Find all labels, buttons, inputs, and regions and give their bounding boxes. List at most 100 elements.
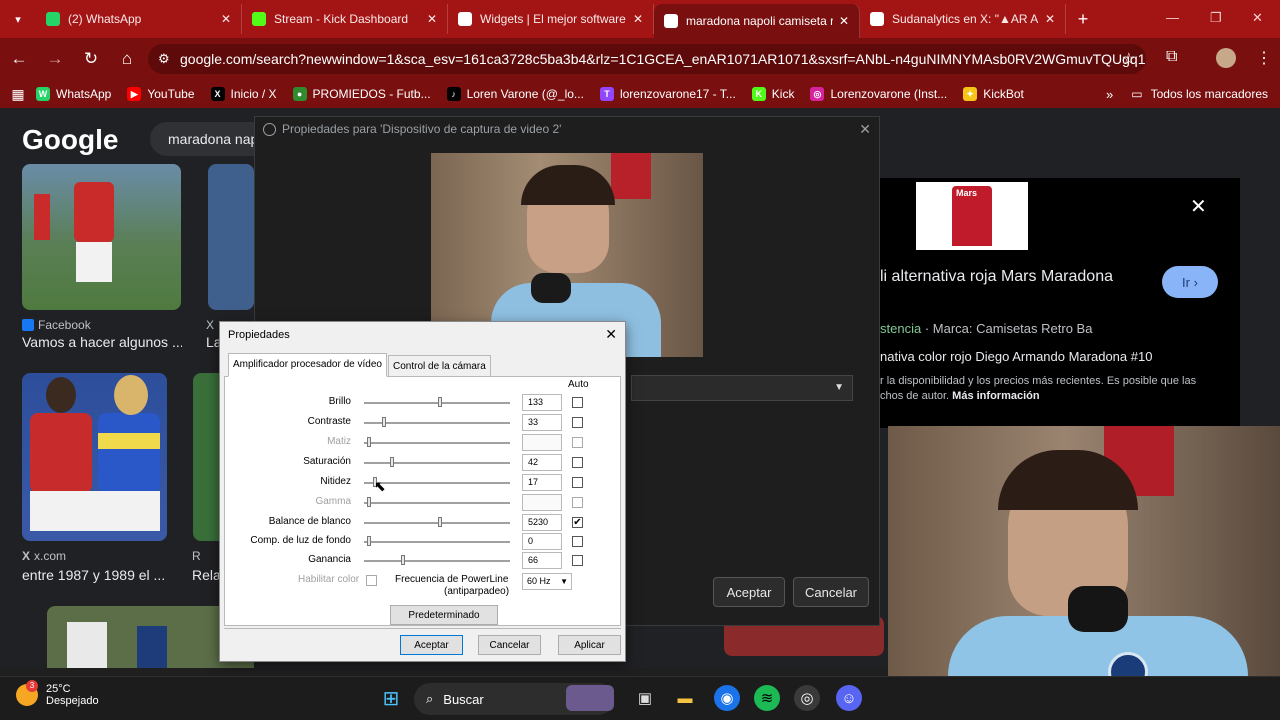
image-result-3[interactable]	[22, 373, 167, 541]
result-source-4[interactable]: R	[192, 549, 201, 563]
site-info-icon[interactable]: ⚙	[158, 51, 170, 67]
enable-color-checkbox[interactable]	[366, 575, 377, 586]
back-icon[interactable]: ←	[2, 42, 36, 76]
browser-tab[interactable]: Widgets | El mejor software ✕	[448, 4, 654, 34]
bookmark-item[interactable]: ▶ YouTube	[127, 87, 195, 101]
property-slider[interactable]	[364, 462, 510, 464]
powerline-select[interactable]: 60 Hz ▼	[522, 573, 572, 590]
bookmark-item[interactable]: T lorenzovarone17 - T...	[599, 87, 736, 101]
weather-widget[interactable]: 3 25°C Despejado	[16, 680, 99, 707]
menu-icon[interactable]: ⋮	[1256, 48, 1272, 68]
obs-close-icon[interactable]: ✕	[859, 121, 871, 138]
default-button[interactable]: Predeterminado	[390, 605, 498, 625]
close-tab-icon[interactable]: ✕	[427, 12, 437, 26]
tab-camera-control[interactable]: Control de la cámara	[388, 355, 491, 377]
property-label: Brillo	[328, 396, 351, 407]
new-tab-button[interactable]: +	[1066, 4, 1100, 34]
reload-icon[interactable]: ↻	[74, 42, 108, 76]
task-view-icon[interactable]: ▣	[632, 685, 658, 711]
home-icon[interactable]: ⌂	[110, 42, 144, 76]
props-accept-button[interactable]: Aceptar	[400, 635, 463, 655]
result-source-2[interactable]: X	[206, 318, 214, 332]
bookmark-star-icon[interactable]: ☆	[1122, 49, 1136, 69]
go-button[interactable]: Ir ›	[1162, 266, 1218, 298]
profile-avatar[interactable]	[1216, 48, 1236, 68]
tab-search-chevron-icon[interactable]: ▾	[0, 0, 36, 38]
browser-tab[interactable]: (2) WhatsApp ✕	[36, 4, 242, 34]
property-value[interactable]: 133	[522, 394, 562, 411]
bookmark-item[interactable]: ◎ Lorenzovarone (Inst...	[810, 87, 947, 101]
bookmark-item[interactable]: X Inicio / X	[210, 87, 277, 101]
close-panel-icon[interactable]: ✕	[1190, 194, 1207, 219]
close-window-icon[interactable]: ✕	[1252, 10, 1263, 26]
browser-tab[interactable]: Stream - Kick Dashboard ✕	[242, 4, 448, 34]
image-result-2[interactable]	[208, 164, 254, 310]
slider-thumb[interactable]	[389, 457, 394, 467]
obs-device-dropdown[interactable]: ▼	[631, 375, 853, 401]
bookmark-item[interactable]: K Kick	[751, 87, 794, 101]
auto-checkbox	[572, 437, 583, 448]
bookmark-item[interactable]: ♪ Loren Varone (@_lo...	[446, 87, 584, 101]
property-slider[interactable]	[364, 482, 510, 484]
close-tab-icon[interactable]: ✕	[839, 14, 849, 28]
auto-checkbox[interactable]: ✔	[572, 517, 583, 528]
bookmark-item[interactable]: ● PROMIEDOS - Futb...	[292, 87, 431, 101]
auto-checkbox[interactable]	[572, 397, 583, 408]
result-caption-3[interactable]: entre 1987 y 1989 el ...	[22, 567, 182, 583]
product-title[interactable]: li alternativa roja Mars Maradona	[880, 268, 1113, 286]
property-value[interactable]: 66	[522, 552, 562, 569]
minimize-icon[interactable]: —	[1166, 10, 1179, 25]
address-bar[interactable]: ⚙ google.com/search?newwindow=1&sca_esv=…	[148, 44, 1146, 74]
property-slider[interactable]	[364, 541, 510, 543]
close-tab-icon[interactable]: ✕	[1045, 12, 1055, 26]
dialog-close-icon[interactable]: ✕	[605, 326, 617, 343]
obs-accept-button[interactable]: Aceptar	[713, 577, 785, 607]
property-slider[interactable]	[364, 560, 510, 562]
result-caption-1[interactable]: Vamos a hacer algunos ...	[22, 334, 182, 350]
shirt-image[interactable]: Mars	[916, 182, 1028, 250]
result-source-3[interactable]: X x.com	[22, 549, 66, 563]
slider-thumb[interactable]	[437, 517, 442, 527]
more-info-link[interactable]: Más información	[952, 390, 1039, 402]
property-value[interactable]: 5230	[522, 514, 562, 531]
browser-tab[interactable]: Sudanalytics en X: "▲AR A ✕	[860, 4, 1066, 34]
maximize-icon[interactable]: ❐	[1210, 10, 1222, 26]
windows-start-icon[interactable]: ⊞	[378, 685, 404, 711]
bookmark-item[interactable]: W WhatsApp	[36, 87, 111, 101]
auto-checkbox[interactable]	[572, 417, 583, 428]
property-value[interactable]: 42	[522, 454, 562, 471]
result-source-1[interactable]: Facebook	[22, 318, 91, 332]
all-bookmarks-link[interactable]: Todos los marcadores	[1151, 87, 1268, 101]
image-result-1[interactable]	[22, 164, 181, 310]
google-logo[interactable]: Google	[22, 124, 118, 156]
property-value[interactable]: 33	[522, 414, 562, 431]
slider-thumb[interactable]	[382, 417, 387, 427]
auto-checkbox[interactable]	[572, 536, 583, 547]
disclaimer-line-1: r la disponibilidad y los precios más re…	[880, 375, 1197, 387]
props-cancel-button[interactable]: Cancelar	[478, 635, 541, 655]
auto-checkbox[interactable]	[572, 457, 583, 468]
apps-grid-icon[interactable]: ▦	[0, 86, 36, 103]
extensions-icon[interactable]: ⧉	[1166, 48, 1177, 66]
slider-thumb[interactable]	[366, 536, 371, 546]
more-bookmarks-icon[interactable]: »	[1106, 87, 1113, 102]
props-apply-button[interactable]: Aplicar	[558, 635, 621, 655]
forward-icon[interactable]: →	[38, 42, 72, 76]
auto-checkbox[interactable]	[572, 477, 583, 488]
obs-cancel-button[interactable]: Cancelar	[793, 577, 869, 607]
browser-tab[interactable]: maradona napoli camiseta r ✕	[654, 4, 860, 38]
auto-checkbox[interactable]	[572, 555, 583, 566]
close-tab-icon[interactable]: ✕	[633, 12, 643, 26]
slider-thumb[interactable]	[437, 397, 442, 407]
discord-icon[interactable]: ☺	[836, 685, 862, 711]
property-value[interactable]: 17	[522, 474, 562, 491]
slider-thumb[interactable]	[400, 555, 405, 565]
file-explorer-icon[interactable]: ▬	[672, 685, 698, 711]
chrome-icon[interactable]: ◉	[714, 685, 740, 711]
tab-video-proc-amp[interactable]: Amplificador procesador de vídeo	[228, 353, 387, 377]
spotify-icon[interactable]: ≋	[754, 685, 780, 711]
bookmark-item[interactable]: ✦ KickBot	[963, 87, 1024, 101]
obs-taskbar-icon[interactable]: ◎	[794, 685, 820, 711]
property-value[interactable]: 0	[522, 533, 562, 550]
close-tab-icon[interactable]: ✕	[221, 12, 231, 26]
